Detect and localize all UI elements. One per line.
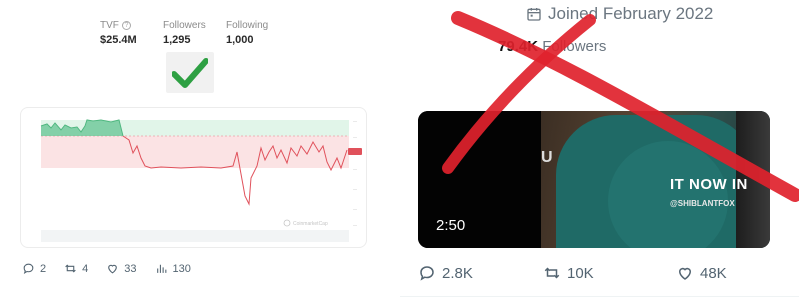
check-icon [166,52,214,93]
repost-count: 4 [82,262,89,275]
heart-icon [108,264,118,274]
stat-value: $25.4M [100,34,137,46]
joined-text: Joined February 2022 [548,4,714,23]
reply-count: 2 [40,262,47,275]
left-post-actions: 2 4 33 130 [22,262,209,275]
chart-watermark: CoinmarketCap [293,221,328,227]
reply-count: 2.8K [442,264,473,282]
video-overlay-text: IT NOW IN [670,176,748,193]
svg-text:—: — [353,118,357,123]
video-player[interactable]: U IT NOW IN @SHIBLANTFOX 2:50 [418,111,770,248]
calendar-icon [527,8,541,21]
divider [400,296,799,297]
repost-icon [544,267,560,279]
stat-value: 1,000 [226,34,254,46]
svg-text:—: — [353,186,357,191]
stat-followers[interactable]: Followers 1,295 [163,18,226,47]
video-duration: 2:50 [436,217,466,234]
left-panel: TVF ? $25.4M Followers 1,295 Following 1… [0,0,400,302]
followers-link[interactable]: 79.4K Followers [498,38,606,55]
stat-label: Followers [163,19,206,31]
stat-label: Following [226,19,269,31]
views-count: 130 [172,262,191,275]
like-button[interactable]: 48K [676,264,727,282]
price-chart: — — — — — — CoinmarketCap [40,118,362,242]
video-overlay-handle: @SHIBLANTFOX [670,199,735,208]
stat-value: 1,295 [163,34,191,46]
right-post-actions: 2.8K 10K 48K [418,264,727,282]
reply-icon [420,266,434,281]
stat-tvf[interactable]: TVF ? $25.4M [100,18,163,47]
repost-count: 10K [567,264,594,282]
views-icon [156,264,166,273]
svg-text:—: — [353,206,357,211]
like-button[interactable]: 33 [106,262,137,275]
like-count: 48K [700,264,727,282]
reply-button[interactable]: 2 [22,262,46,275]
followers-label: Followers [542,38,607,55]
price-chart-card[interactable]: — — — — — — CoinmarketCap [20,107,367,248]
stat-following[interactable]: Following 1,000 [226,18,289,47]
svg-text:—: — [353,222,357,227]
like-count: 33 [124,262,137,275]
reply-icon [23,263,34,275]
joined-date: Joined February 2022 [526,4,713,24]
profile-stats: TVF ? $25.4M Followers 1,295 Following 1… [100,18,289,47]
followers-count: 79.4K [498,38,539,55]
info-icon[interactable]: ? [121,20,131,30]
video-side-letters: U [541,149,555,166]
reply-button[interactable]: 2.8K [418,264,543,282]
repost-button[interactable]: 10K [543,264,676,282]
stat-label: TVF [100,19,119,31]
repost-icon [65,264,76,273]
right-panel: Joined February 2022 79.4K Followers U I… [400,0,799,302]
repost-button[interactable]: 4 [64,262,88,275]
svg-text:—: — [353,166,357,171]
views-button[interactable]: 130 [155,262,191,275]
svg-text:—: — [353,134,357,139]
heart-icon [678,267,692,280]
